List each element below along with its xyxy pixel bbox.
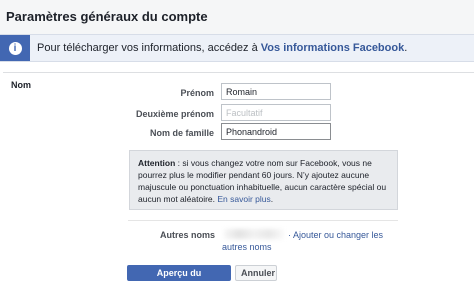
preview-change-button[interactable]: Aperçu du changement xyxy=(127,265,231,292)
middle-name-label: Deuxième prénom xyxy=(135,109,214,119)
info-message: Pour télécharger vos informations, accéd… xyxy=(37,42,261,54)
learn-more-link[interactable]: En savoir plus xyxy=(217,194,270,204)
header-bar: Paramètres généraux du compte xyxy=(0,0,474,34)
middle-name-input[interactable] xyxy=(221,104,331,121)
name-change-warning: Attention : si vous changez votre nom su… xyxy=(129,150,398,210)
last-name-label: Nom de famille xyxy=(149,128,214,138)
other-names-label: Autres noms xyxy=(160,230,216,240)
warning-suffix: . xyxy=(270,194,274,204)
divider xyxy=(128,220,398,221)
cancel-button[interactable]: Annuler xyxy=(235,265,277,281)
first-name-label: Prénom xyxy=(180,88,214,98)
page-title: Paramètres généraux du compte xyxy=(6,9,208,24)
add-other-names-link[interactable]: · Ajouter ou changer les autres noms xyxy=(222,229,392,253)
your-information-link[interactable]: Vos informations Facebook xyxy=(261,42,404,54)
last-name-input[interactable] xyxy=(221,123,331,140)
warning-title: Attention xyxy=(138,158,176,168)
section-label: Nom xyxy=(11,80,31,90)
info-text: Pour télécharger vos informations, accéd… xyxy=(37,42,407,54)
info-icon: i xyxy=(0,35,30,61)
info-suffix: . xyxy=(404,42,408,54)
first-name-input[interactable] xyxy=(221,83,331,100)
info-banner: i Pour télécharger vos informations, acc… xyxy=(0,34,474,62)
